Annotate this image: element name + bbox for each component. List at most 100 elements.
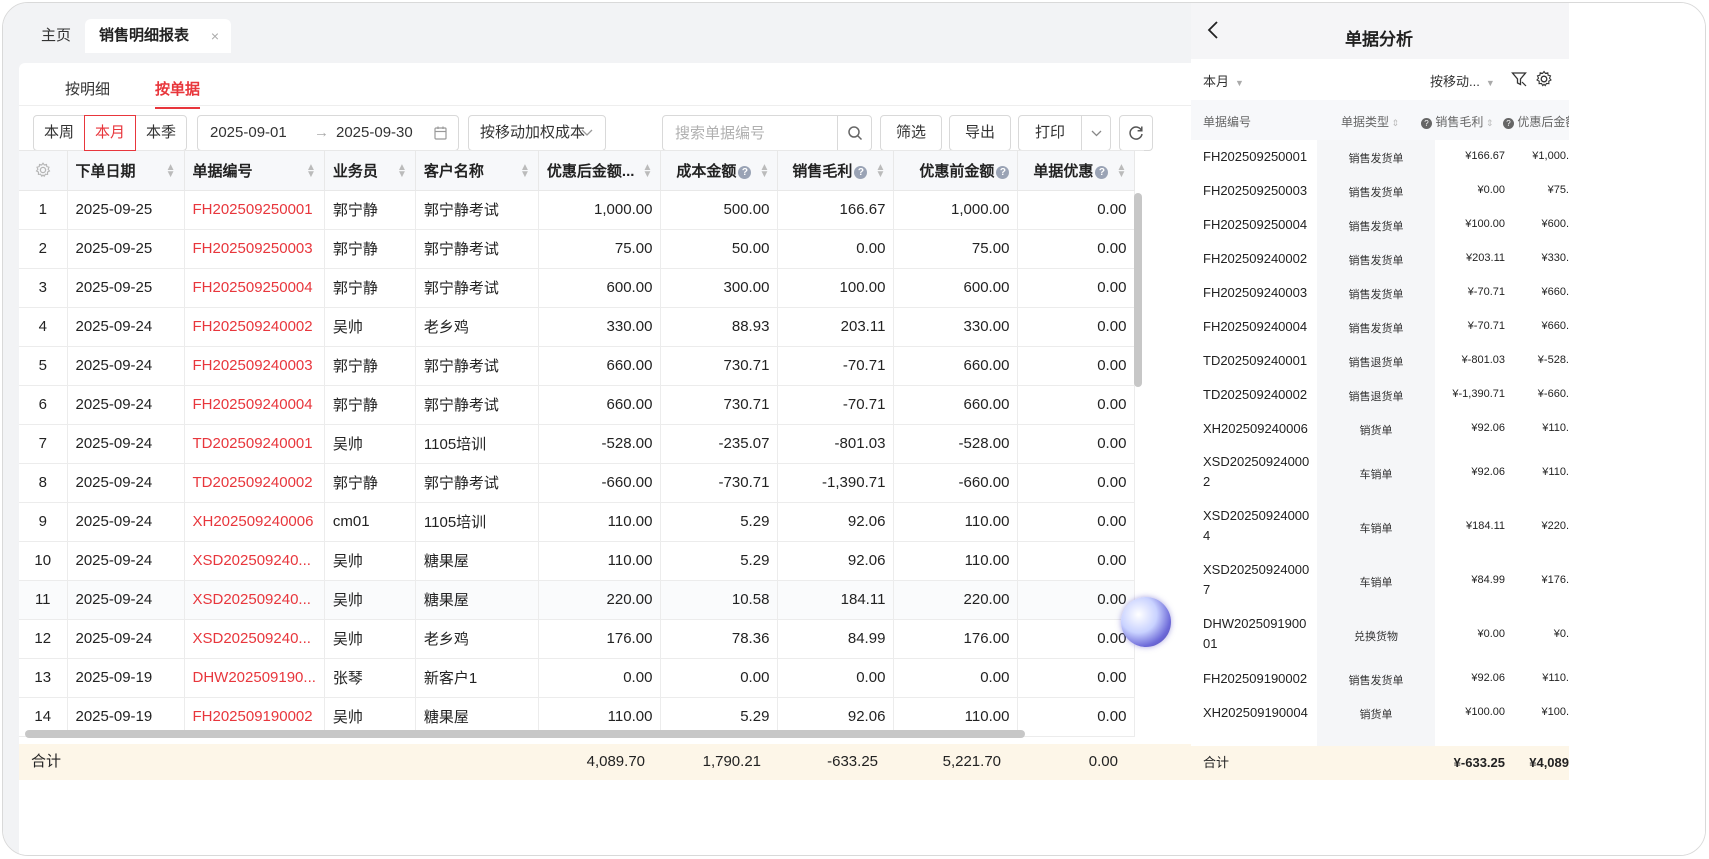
mobile-period-select[interactable]: 本月 ▼	[1203, 71, 1244, 90]
subtab-by-document[interactable]: 按单据	[155, 75, 201, 109]
table-row[interactable]: 2 2025-09-25 FH202509250003 郭宁静 郭宁静考试 75.00 50…	[19, 229, 1136, 269]
header-customer-name[interactable]: 客户名称 ▲ ▼	[415, 151, 539, 191]
filter-button[interactable]: 筛选	[880, 115, 942, 151]
sort-icon[interactable]: ▲ ▼	[760, 163, 770, 180]
document-number-link[interactable]: XSD202509240...	[184, 580, 325, 620]
table-row[interactable]: 6 2025-09-24 FH202509240004 郭宁静 郭宁静考试 660.00 7…	[19, 385, 1136, 425]
mobile-after-discount: ¥0.	[1553, 628, 1569, 640]
cost-method-select[interactable]: 按移动加权成本	[468, 115, 606, 151]
before-discount-amount: 660.00	[893, 346, 1019, 386]
period-quarter-button[interactable]: 本季	[135, 115, 188, 151]
mobile-after-discount: ¥110.	[1542, 422, 1569, 434]
tab-home[interactable]: 主页	[41, 19, 71, 53]
table-row[interactable]: 13 2025-09-19 DHW202509190... 张琴 新客户1 0.00 0.0…	[19, 658, 1136, 698]
mobile-header-profit[interactable]: ? 销售毛利 ⇕	[1421, 113, 1493, 130]
header-document-discount[interactable]: 单据优惠? ▲ ▼	[1017, 151, 1136, 191]
header-gross-profit[interactable]: 销售毛利? ▲ ▼	[777, 151, 895, 191]
table-row[interactable]: 8 2025-09-24 TD202509240002 郭宁静 郭宁静考试 -660.00…	[19, 463, 1136, 503]
document-number-link[interactable]: FH202509250001	[184, 190, 325, 230]
row-index: 5	[19, 346, 68, 386]
mobile-docno: XSD20250924000 7	[1203, 562, 1310, 597]
horizontal-scrollbar[interactable]	[25, 730, 1025, 738]
subtab-by-detail[interactable]: 按明细	[65, 75, 110, 105]
period-month-button[interactable]: 本月	[84, 115, 137, 151]
document-discount: 0.00	[1017, 697, 1136, 737]
tab-sales-detail-report[interactable]: 销售明细报表 ×	[85, 19, 231, 53]
document-number-link[interactable]: XSD202509240...	[184, 541, 325, 581]
mobile-header-type[interactable]: 单据类型 ⇕	[1341, 113, 1399, 130]
after-discount-amount: 220.00	[538, 580, 662, 620]
sort-icon[interactable]: ▲ ▼	[306, 163, 316, 180]
date-range-picker[interactable]: 2025-09-01 → 2025-09-30	[197, 115, 459, 151]
document-number-link[interactable]: TD202509240001	[184, 424, 325, 464]
column-settings[interactable]	[19, 151, 68, 191]
sort-icon[interactable]: ▲ ▼	[166, 163, 176, 180]
help-icon[interactable]: ?	[996, 165, 1010, 179]
header-before-discount-amount[interactable]: 优惠前金额?	[893, 151, 1019, 191]
cost-amount: 10.58	[660, 580, 779, 620]
tab-label: 销售明细报表	[99, 27, 190, 44]
table-row[interactable]: 11 2025-09-24 XSD202509240... 吴帅 糖果屋 220.00 10…	[19, 580, 1136, 620]
print-dropdown-button[interactable]	[1081, 115, 1111, 151]
search-button[interactable]	[837, 116, 871, 150]
cost-amount: 50.00	[660, 229, 779, 269]
sort-icon[interactable]: ▲ ▼	[1117, 163, 1127, 180]
table-row[interactable]: 12 2025-09-24 XSD202509240... 吴帅 老乡鸡 176.00 78…	[19, 619, 1136, 659]
settings-gear-icon[interactable]	[1535, 70, 1553, 88]
document-number-link[interactable]: XSD202509240...	[184, 619, 325, 659]
help-icon[interactable]: ?	[738, 165, 752, 179]
header-order-date[interactable]: 下单日期 ▲ ▼	[67, 151, 185, 191]
export-button[interactable]: 导出	[949, 115, 1011, 151]
salesman: 吴帅	[324, 307, 416, 347]
header-after-discount-amount[interactable]: 优惠后金额... ▲ ▼	[538, 151, 662, 191]
table-row[interactable]: 4 2025-09-24 FH202509240002 吴帅 老乡鸡 330.00 88.9…	[19, 307, 1136, 347]
mobile-doc-type: 销售发货单	[1317, 672, 1435, 688]
sort-icon[interactable]: ▲ ▼	[643, 163, 653, 180]
table-row[interactable]: 3 2025-09-25 FH202509250004 郭宁静 郭宁静考试 600.00 3…	[19, 268, 1136, 308]
row-index: 2	[19, 229, 68, 269]
table-row[interactable]: 9 2025-09-24 XH202509240006 cm01 1105培训 110.0…	[19, 502, 1136, 542]
after-discount-amount: 1,000.00	[538, 190, 662, 230]
assistant-bubble-icon[interactable]	[1121, 597, 1171, 647]
mobile-cost-select[interactable]: 按移动... ▼	[1430, 71, 1495, 90]
table-row[interactable]: 10 2025-09-24 XSD202509240... 吴帅 糖果屋 110.00 5.…	[19, 541, 1136, 581]
mobile-docno: XH202509240006	[1203, 421, 1308, 436]
sort-icon[interactable]: ▲ ▼	[397, 163, 407, 180]
document-number-link[interactable]: FH202509240003	[184, 346, 325, 386]
table-row[interactable]: 5 2025-09-24 FH202509240003 郭宁静 郭宁静考试 660.00 7…	[19, 346, 1136, 386]
document-discount: 0.00	[1017, 580, 1136, 620]
gross-profit: 184.11	[777, 580, 895, 620]
period-week-button[interactable]: 本周	[33, 115, 86, 151]
document-number-link[interactable]: DHW202509190...	[184, 658, 325, 698]
close-icon[interactable]: ×	[211, 19, 219, 53]
cost-amount: 500.00	[660, 190, 779, 230]
help-icon[interactable]: ?	[1095, 165, 1109, 179]
table-row[interactable]: 1 2025-09-25 FH202509250001 郭宁静 郭宁静考试 1,000.0…	[19, 190, 1136, 230]
table-row[interactable]: 7 2025-09-24 TD202509240001 吴帅 1105培训 -528.00…	[19, 424, 1136, 464]
document-number-link[interactable]: TD202509240002	[184, 463, 325, 503]
header-cost-amount[interactable]: 成本金额? ▲ ▼	[660, 151, 779, 191]
mobile-header-after-discount[interactable]: ? 优惠后金额	[1503, 113, 1577, 130]
row-index: 3	[19, 268, 68, 308]
header-document-number[interactable]: 单据编号 ▲ ▼	[184, 151, 325, 191]
date-start: 2025-09-01	[210, 124, 287, 141]
help-icon[interactable]: ?	[1421, 118, 1432, 129]
vertical-scrollbar[interactable]	[1134, 193, 1142, 387]
desktop-report-app: 主页 销售明细报表 × 按明细 按单据 本周 本月 本季 2025-09-01 …	[3, 3, 1250, 855]
filter-funnel-icon[interactable]	[1511, 71, 1527, 87]
document-number-link[interactable]: FH202509240004	[184, 385, 325, 425]
customer-name: 郭宁静考试	[415, 346, 539, 386]
document-number-link[interactable]: FH202509250003	[184, 229, 325, 269]
search-input[interactable]	[663, 116, 838, 150]
sort-icon[interactable]: ▲ ▼	[876, 163, 886, 180]
cost-amount: 730.71	[660, 346, 779, 386]
help-icon[interactable]: ?	[854, 165, 868, 179]
sort-icon[interactable]: ▲ ▼	[520, 163, 530, 180]
document-number-link[interactable]: XH202509240006	[184, 502, 325, 542]
print-button[interactable]: 打印	[1018, 115, 1082, 151]
help-icon[interactable]: ?	[1503, 118, 1514, 129]
document-number-link[interactable]: FH202509250004	[184, 268, 325, 308]
header-salesman[interactable]: 业务员 ▲ ▼	[324, 151, 416, 191]
document-number-link[interactable]: FH202509240002	[184, 307, 325, 347]
refresh-button[interactable]	[1119, 115, 1153, 151]
